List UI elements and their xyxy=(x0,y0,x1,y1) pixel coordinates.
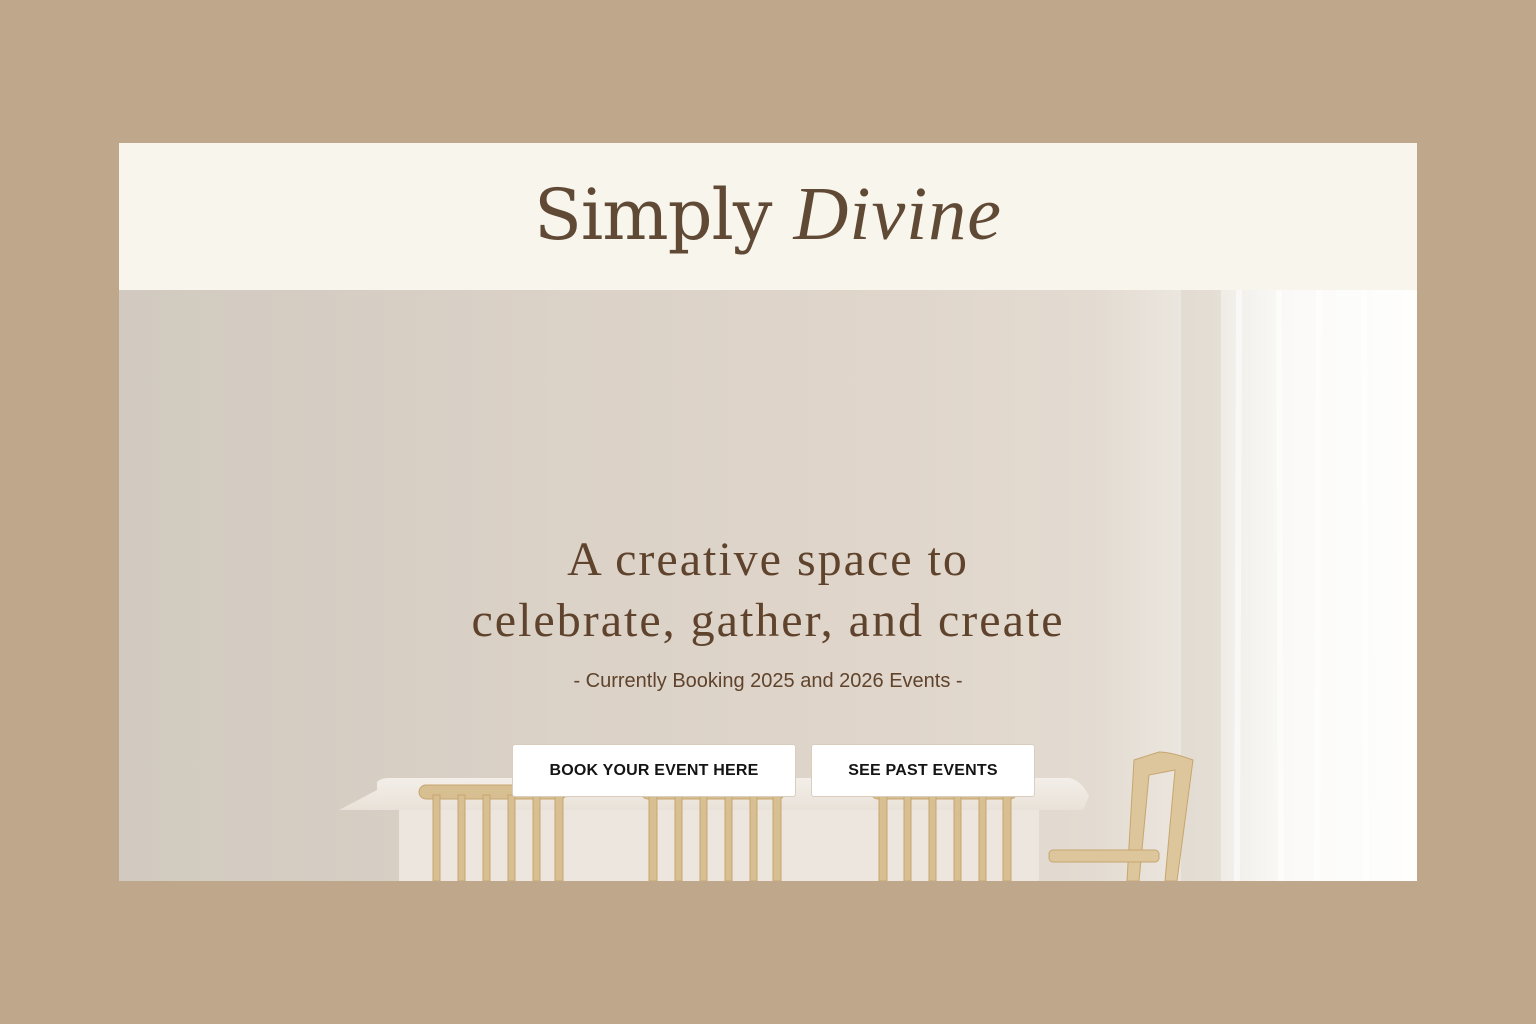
booking-notice: - Currently Booking 2025 and 2026 Events… xyxy=(573,670,963,692)
logo-text-simply: Simply xyxy=(533,173,772,256)
site-logo[interactable]: Simply Divine xyxy=(534,176,1002,252)
hero-content: A creative space to celebrate, gather, a… xyxy=(119,290,1417,881)
see-past-events-button[interactable]: SEE PAST EVENTS xyxy=(811,744,1035,797)
book-event-button[interactable]: BOOK YOUR EVENT HERE xyxy=(512,744,796,797)
website-frame: Simply Divine A creative space to celebr… xyxy=(119,143,1417,881)
logo-text-divine: Divine xyxy=(793,171,1003,256)
hero-section: A creative space to celebrate, gather, a… xyxy=(119,290,1417,881)
hero-headline-line-2: celebrate, gather, and create xyxy=(471,594,1065,647)
site-header: Simply Divine xyxy=(119,143,1417,290)
hero-headline-line-1: A creative space to xyxy=(567,533,969,586)
